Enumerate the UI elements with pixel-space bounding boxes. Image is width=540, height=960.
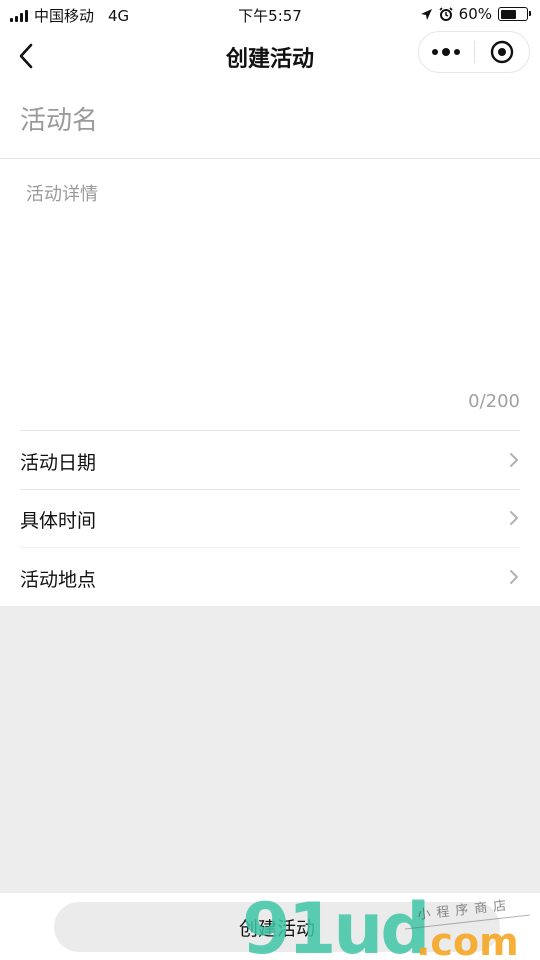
- divider: [0, 158, 540, 159]
- create-activity-button[interactable]: 创建活动: [54, 902, 500, 952]
- activity-form: 0/200 活动日期 具体时间 活动地点: [0, 84, 540, 606]
- capsule-menu: [418, 31, 530, 73]
- chevron-right-icon: [510, 570, 518, 584]
- nav-bar: 创建活动: [0, 28, 540, 84]
- row-activity-location[interactable]: 活动地点: [20, 548, 520, 606]
- activity-name-input[interactable]: [20, 84, 520, 158]
- more-dots-icon: [432, 48, 461, 56]
- target-circle-icon: [490, 40, 513, 64]
- status-bar: 中国移动 4G 下午5:57 60%: [0, 0, 540, 28]
- bottom-bar: 创建活动: [0, 893, 540, 960]
- activity-detail-textarea[interactable]: [26, 180, 520, 380]
- chevron-right-icon: [510, 511, 518, 525]
- row-label: 活动日期: [20, 452, 97, 474]
- row-label: 具体时间: [20, 510, 97, 532]
- alarm-icon: [439, 7, 453, 21]
- battery-icon: [498, 7, 531, 21]
- status-right: 60%: [420, 5, 531, 23]
- char-counter: 0/200: [468, 391, 520, 412]
- row-specific-time[interactable]: 具体时间: [20, 489, 520, 547]
- row-label: 活动地点: [20, 569, 97, 591]
- battery-percent: 60%: [458, 5, 492, 23]
- row-activity-date[interactable]: 活动日期: [20, 431, 520, 489]
- chevron-right-icon: [510, 453, 518, 467]
- more-button[interactable]: [419, 32, 474, 72]
- location-arrow-icon: [420, 8, 432, 20]
- close-miniprogram-button[interactable]: [475, 32, 530, 72]
